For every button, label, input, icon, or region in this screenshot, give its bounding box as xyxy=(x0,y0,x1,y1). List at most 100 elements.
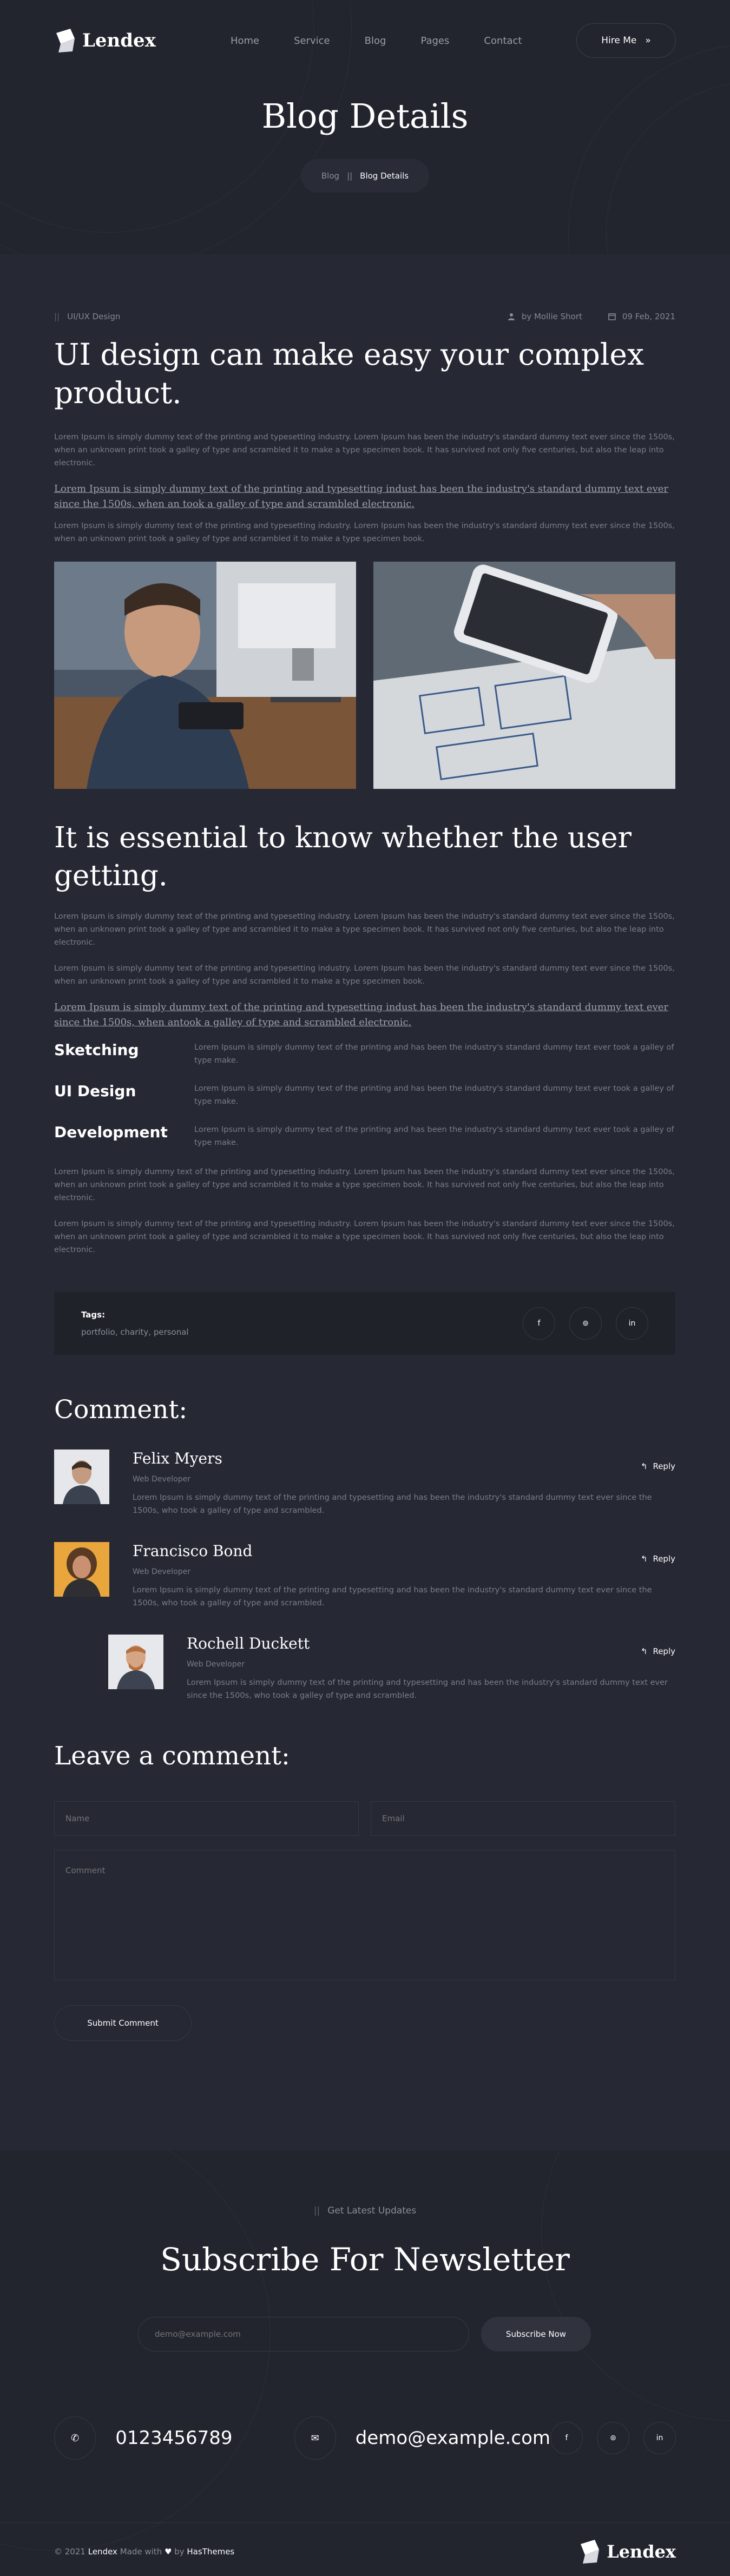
post-meta: || UI/UX Design by Mollie Short 09 Feb, … xyxy=(54,312,675,321)
nav-home[interactable]: Home xyxy=(231,35,259,47)
tags-share-bar: Tags: portfolio, charity, personal f ⊚ i… xyxy=(54,1292,675,1355)
newsletter-form: Subscribe Now xyxy=(138,2317,591,2351)
feature-row: Development Lorem Ipsum is simply dummy … xyxy=(54,1123,675,1149)
blog-article: || UI/UX Design by Mollie Short 09 Feb, … xyxy=(54,312,675,2041)
contact-phone[interactable]: 0123456789 xyxy=(115,2427,232,2449)
submit-comment-button[interactable]: Submit Comment xyxy=(54,2005,192,2041)
reply-label: Reply xyxy=(653,1554,675,1564)
post-author-name[interactable]: by Mollie Short xyxy=(522,312,582,321)
comment-text: Lorem Ipsum is simply dummy text of the … xyxy=(133,1586,652,1607)
post-images xyxy=(54,562,675,789)
user-icon xyxy=(508,313,515,320)
copyright-brand[interactable]: Lendex xyxy=(88,2547,117,2557)
email-field[interactable] xyxy=(371,1801,675,1836)
share-icons: f ⊚ in xyxy=(523,1307,648,1340)
copyright: © 2021 Lendex Made with ♥ by HasThemes xyxy=(54,2547,234,2557)
heart-icon: ♥ xyxy=(164,2547,172,2557)
nav-contact[interactable]: Contact xyxy=(484,35,522,47)
newsletter-label-text: Get Latest Updates xyxy=(327,2205,417,2216)
brand-name: Lendex xyxy=(82,30,156,51)
made-with: Made with xyxy=(120,2547,162,2557)
tags-list[interactable]: portfolio, charity, personal xyxy=(81,1327,189,1337)
breadcrumb-home[interactable]: Blog xyxy=(321,171,339,181)
newsletter-footer-section: || Get Latest Updates Subscribe For Newsl… xyxy=(0,2150,730,2576)
feature-text: Lorem Ipsum is simply dummy text of the … xyxy=(194,1084,674,1106)
linkedin-icon[interactable]: in xyxy=(643,2422,676,2454)
category-icon: || xyxy=(54,312,60,321)
facebook-icon[interactable]: f xyxy=(523,1307,555,1340)
reply-icon: ↰ xyxy=(640,1554,648,1564)
feature-row: Sketching Lorem Ipsum is simply dummy te… xyxy=(54,1041,675,1067)
nav-service[interactable]: Service xyxy=(294,35,330,47)
subscribe-button[interactable]: Subscribe Now xyxy=(481,2317,591,2351)
tags-label: Tags: xyxy=(81,1310,106,1320)
comment-text: Lorem Ipsum is simply dummy text of the … xyxy=(133,1493,652,1515)
reply-button[interactable]: ↰ Reply xyxy=(641,1646,675,1656)
contact-email[interactable]: demo@example.com xyxy=(356,2427,550,2449)
nav-links: Home Service Blog Pages Contact xyxy=(231,35,522,47)
brand-logo[interactable]: Lendex xyxy=(54,28,156,54)
post-category[interactable]: UI/UX Design xyxy=(67,312,120,321)
nav-blog[interactable]: Blog xyxy=(365,35,386,47)
pinterest-icon[interactable]: ⊚ xyxy=(597,2422,629,2454)
post-paragraph: Lorem Ipsum is simply dummy text of the … xyxy=(54,1168,675,1202)
feature-text: Lorem Ipsum is simply dummy text of the … xyxy=(194,1043,674,1065)
post-quote: Lorem Ipsum is simply dummy text of the … xyxy=(54,1002,669,1028)
breadcrumb: Blog || Blog Details xyxy=(301,159,429,193)
newsletter-icon: || xyxy=(313,2205,320,2216)
mail-icon[interactable]: ✉ xyxy=(294,2416,336,2460)
facebook-icon[interactable]: f xyxy=(550,2422,583,2454)
comment-textarea[interactable] xyxy=(54,1850,675,1980)
logo-mark-icon xyxy=(54,28,77,54)
name-field[interactable] xyxy=(54,1801,359,1836)
pinterest-icon[interactable]: ⊚ xyxy=(569,1307,602,1340)
comment-text: Lorem Ipsum is simply dummy text of the … xyxy=(187,1678,668,1700)
page-title: Blog Details xyxy=(261,96,469,136)
hire-me-button[interactable]: Hire Me » xyxy=(576,23,676,58)
linkedin-icon[interactable]: in xyxy=(616,1307,648,1340)
footer-divider xyxy=(0,2522,730,2523)
reply-icon: ↰ xyxy=(640,1646,648,1656)
calendar-icon xyxy=(608,313,616,320)
top-nav: Lendex Home Service Blog Pages Contact H… xyxy=(54,22,676,60)
comment-reply-item: Rochell Duckett Web Developer Lorem Ipsu… xyxy=(108,1635,675,1702)
comment-role: Web Developer xyxy=(133,1567,190,1576)
post-subtitle: It is essential to know whether the user… xyxy=(54,821,632,892)
comment-author: Rochell Duckett xyxy=(187,1635,310,1652)
reply-label: Reply xyxy=(653,1461,675,1471)
post-paragraph: Lorem Ipsum is simply dummy text of the … xyxy=(54,964,675,986)
logo-mark-icon xyxy=(578,2539,601,2565)
comment-role: Web Developer xyxy=(187,1660,245,1669)
smartphone-wireframe-photo xyxy=(373,562,675,789)
phone-icon[interactable]: ✆ xyxy=(54,2416,96,2460)
post-paragraph: Lorem Ipsum is simply dummy text of the … xyxy=(54,912,675,947)
post-date: 09 Feb, 2021 xyxy=(608,312,675,321)
post-paragraph: Lorem Ipsum is simply dummy text of the … xyxy=(54,1220,675,1254)
decorative-arc xyxy=(541,2150,730,2421)
avatar xyxy=(108,1635,163,1689)
copyright-prefix: © 2021 xyxy=(54,2547,86,2557)
comment-role: Web Developer xyxy=(133,1475,190,1484)
comment-form-row xyxy=(54,1801,675,1836)
newsletter-email-input[interactable] xyxy=(138,2317,469,2351)
comment-item: Felix Myers Web Developer Lorem Ipsum is… xyxy=(54,1450,675,1517)
comment-author: Francisco Bond xyxy=(133,1542,253,1560)
designer-photo xyxy=(54,562,356,789)
reply-button[interactable]: ↰ Reply xyxy=(641,1554,675,1564)
post-paragraph: Lorem Ipsum is simply dummy text of the … xyxy=(54,433,675,467)
feature-text: Lorem Ipsum is simply dummy text of the … xyxy=(194,1125,674,1147)
reply-button[interactable]: ↰ Reply xyxy=(641,1461,675,1471)
hero-section: Lendex Home Service Blog Pages Contact H… xyxy=(0,0,730,254)
comment-author: Felix Myers xyxy=(133,1450,222,1467)
contact-row: ✆ 0123456789 ✉ demo@example.com f ⊚ in xyxy=(54,2416,676,2460)
comment-item: Francisco Bond Web Developer Lorem Ipsum… xyxy=(54,1542,675,1610)
comments-title: Comment: xyxy=(54,1395,188,1425)
newsletter-title: Subscribe For Newsletter xyxy=(160,2241,570,2278)
footer-logo[interactable]: Lendex xyxy=(578,2539,676,2565)
nav-pages[interactable]: Pages xyxy=(420,35,449,47)
reply-icon: ↰ xyxy=(640,1461,648,1471)
feature-title: Sketching xyxy=(54,1041,139,1059)
copyright-company[interactable]: HasThemes xyxy=(187,2547,234,2557)
feature-title: Development xyxy=(54,1123,168,1141)
feature-row: UI Design Lorem Ipsum is simply dummy te… xyxy=(54,1082,675,1108)
